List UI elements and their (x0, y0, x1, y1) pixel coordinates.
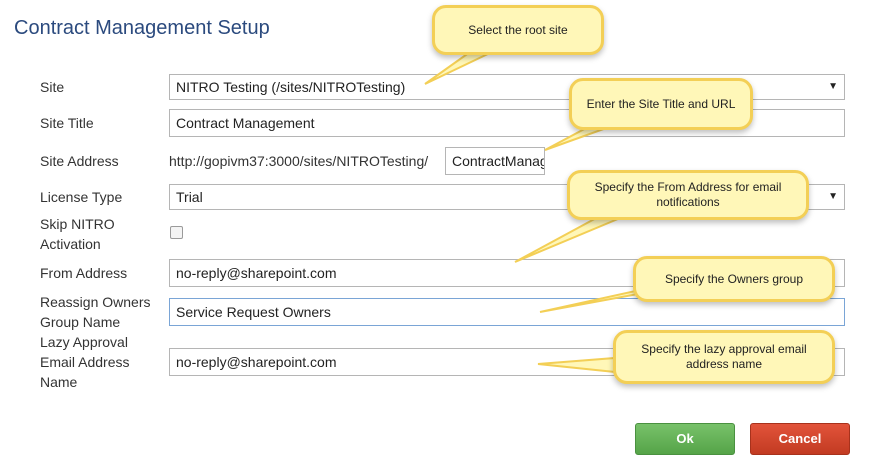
pointer-from-address (514, 215, 626, 263)
callout-root-site: Select the root site (432, 5, 604, 55)
callout-site-title: Enter the Site Title and URL (569, 78, 753, 130)
pointer-root-site (424, 51, 493, 85)
ok-button[interactable]: Ok (635, 423, 735, 455)
pointer-lazy-approval (537, 356, 616, 374)
callout-pointers (424, 51, 661, 374)
callout-owners-group: Specify the Owners group (633, 256, 835, 302)
callout-lazy-approval: Specify the lazy approval email address … (613, 330, 835, 384)
callout-from-address: Specify the From Address for email notif… (567, 170, 809, 220)
cancel-button[interactable]: Cancel (750, 423, 850, 455)
